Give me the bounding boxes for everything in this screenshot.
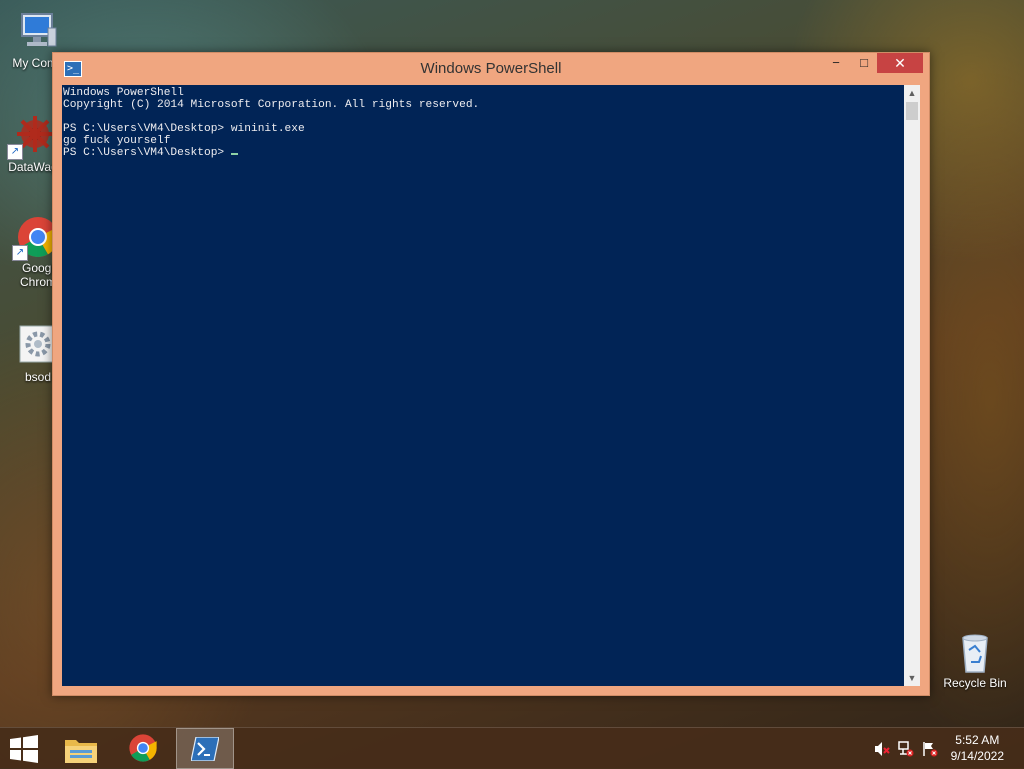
title-bar[interactable]: >_ Windows PowerShell − □ ✕	[53, 53, 929, 85]
window-title: Windows PowerShell	[420, 60, 562, 77]
taskbar-powershell[interactable]	[176, 728, 234, 769]
gear-red-icon: ↗	[7, 114, 55, 160]
console-line: PS C:\Users\VM4\Desktop> wininit.exe	[63, 123, 305, 135]
powershell-icon	[191, 737, 219, 761]
computer-icon	[16, 10, 60, 54]
windows-logo-icon	[10, 735, 38, 763]
action-center-flag-icon[interactable]	[922, 741, 938, 757]
scroll-up-arrow-icon[interactable]: ▲	[904, 85, 920, 101]
recycle-bin-icon	[953, 630, 997, 674]
vertical-scrollbar[interactable]: ▲ ▼	[904, 85, 920, 686]
desktop-icon-label: Recycle Bin	[943, 676, 1007, 690]
clock-time: 5:52 AM	[955, 733, 1000, 747]
folder-icon	[65, 740, 97, 763]
close-button[interactable]: ✕	[877, 53, 923, 73]
shortcut-arrow-icon: ↗	[12, 245, 28, 261]
taskbar-chrome[interactable]	[114, 728, 172, 769]
console-prompt: PS C:\Users\VM4\Desktop>	[63, 147, 231, 159]
maximize-button[interactable]: □	[851, 53, 877, 73]
minimize-button[interactable]: −	[823, 53, 849, 73]
clock-date: 9/14/2022	[950, 749, 1004, 763]
start-button[interactable]	[0, 728, 48, 769]
taskbar-file-explorer[interactable]	[52, 728, 110, 769]
volume-muted-icon[interactable]	[874, 741, 890, 757]
text-cursor	[230, 153, 238, 155]
scroll-down-arrow-icon[interactable]: ▼	[904, 670, 920, 686]
console-area[interactable]: Windows PowerShell Copyright (C) 2014 Mi…	[62, 85, 904, 686]
network-error-icon[interactable]	[898, 741, 914, 757]
console-line: go fuck yourself	[63, 135, 171, 147]
shortcut-arrow-icon: ↗	[7, 144, 23, 160]
chrome-icon	[129, 734, 157, 762]
desktop-icon-recycle-bin[interactable]: Recycle Bin	[935, 630, 1015, 690]
console-line: Windows PowerShell	[63, 87, 184, 99]
scroll-thumb[interactable]	[906, 102, 918, 120]
system-clock[interactable]: 5:52 AM 9/14/2022	[951, 732, 1004, 764]
console-line: Copyright (C) 2014 Microsoft Corporation…	[63, 99, 480, 111]
powershell-window[interactable]: >_ Windows PowerShell − □ ✕ Windows Powe…	[52, 52, 930, 696]
taskbar: 5:52 AM 9/14/2022	[0, 727, 1024, 769]
console-output: Windows PowerShell Copyright (C) 2014 Mi…	[62, 85, 904, 159]
